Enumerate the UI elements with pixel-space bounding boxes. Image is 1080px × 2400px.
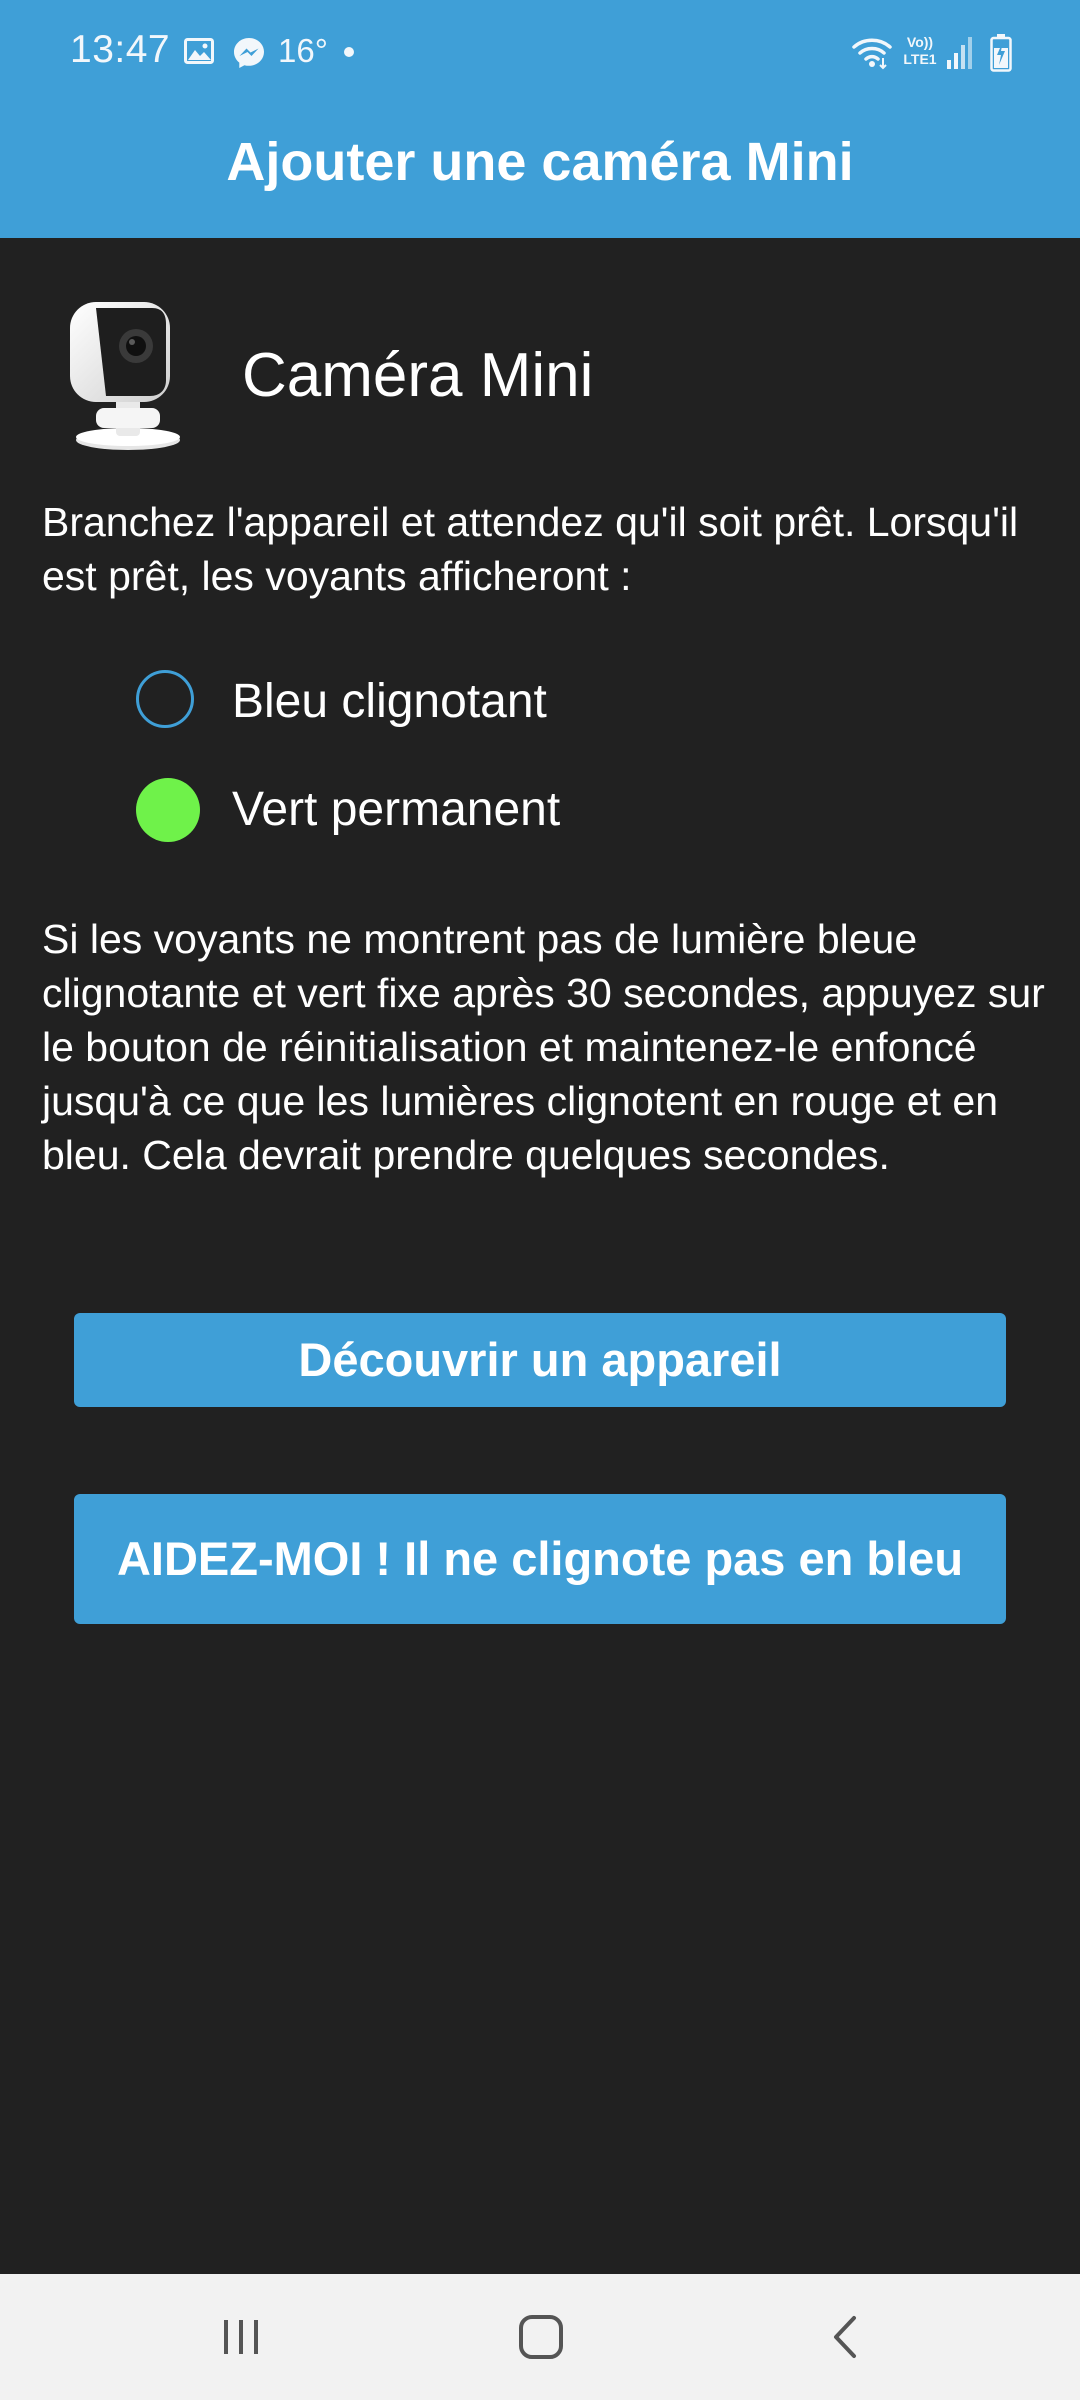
messenger-icon xyxy=(234,38,264,68)
intro-text: Branchez l'appareil et attendez qu'il so… xyxy=(42,499,1019,599)
device-name: Caméra Mini xyxy=(242,341,594,410)
battery-charging-icon xyxy=(990,34,1012,72)
volte-icon: Vo)) LTE1 xyxy=(903,34,937,67)
status-temperature: 16° xyxy=(278,32,328,69)
help-text: Si les voyants ne montrent pas de lumièr… xyxy=(42,916,1045,1178)
wifi-icon xyxy=(852,38,892,70)
green-dot-icon xyxy=(136,778,200,842)
led-green-label: Vert permanent xyxy=(232,783,561,836)
recents-icon[interactable] xyxy=(218,2314,264,2360)
page-title: Ajouter une caméra Mini xyxy=(226,132,854,192)
signal-icon xyxy=(947,37,972,69)
navigation-bar xyxy=(0,2274,1080,2400)
gallery-icon xyxy=(184,38,214,64)
status-bar: 13:47 16° Vo)) LTE1 xyxy=(0,0,1080,108)
app-header: 13:47 16° Vo)) LTE1 Ajouter une caméra M… xyxy=(0,0,1080,238)
camera-mini-icon xyxy=(70,302,180,450)
discover-device-button[interactable]: Découvrir un appareil xyxy=(74,1313,1006,1407)
help-not-blinking-button[interactable]: AIDEZ-MOI ! Il ne clignote pas en bleu xyxy=(74,1494,1006,1624)
home-icon[interactable] xyxy=(516,2312,568,2362)
led-blue-label: Bleu clignotant xyxy=(232,675,547,728)
back-icon[interactable] xyxy=(826,2312,866,2362)
dot-icon xyxy=(344,47,354,57)
blue-ring-icon xyxy=(136,670,194,728)
status-time: 13:47 xyxy=(70,28,171,71)
